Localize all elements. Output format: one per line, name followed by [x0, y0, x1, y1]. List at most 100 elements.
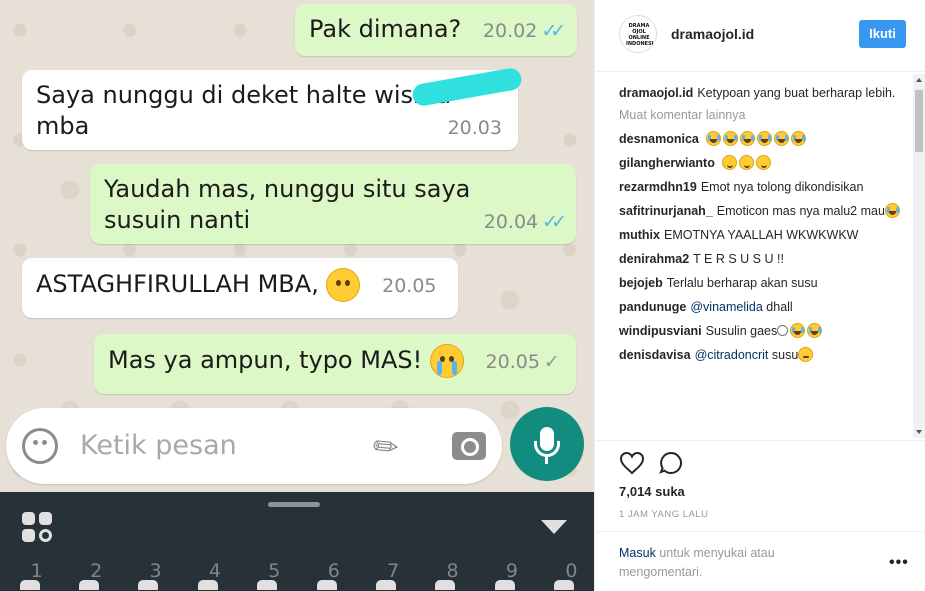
- message-input[interactable]: Ketik pesan: [80, 430, 237, 461]
- keyboard-number-row: 1 2 3 4 5 6 7 8 9 0: [0, 560, 594, 582]
- on-screen-keyboard: 1 2 3 4 5 6 7 8 9 0: [0, 492, 594, 591]
- attach-paperclip-icon[interactable]: ✎: [366, 426, 408, 469]
- hugging-face-icon: [739, 155, 755, 170]
- post-header: DRAMA OJOL ONLINE INDONESIA dramaojol.id…: [595, 0, 925, 72]
- comment-username[interactable]: gilangherwianto: [619, 156, 715, 170]
- laughing-tears-icon: [791, 131, 807, 146]
- chat-screenshot: Pak dimana? 20.02 ✓✓ Saya nunggu di deket…: [0, 0, 594, 591]
- key-number[interactable]: 1: [0, 560, 59, 582]
- scroll-down-icon[interactable]: [916, 430, 922, 434]
- chat-message-outgoing: Pak dimana? 20.02 ✓✓: [295, 4, 577, 56]
- comment-icon[interactable]: [659, 451, 683, 475]
- comment-mention-link[interactable]: @vinamelida: [690, 300, 762, 314]
- avatar-logo: DRAMA OJOL ONLINE INDONESIA: [626, 23, 657, 47]
- comment-item: gilangherwianto: [619, 154, 905, 172]
- comment-item: desnamonica: [619, 130, 905, 148]
- comment-item: safitrinurjanah_ Emoticon mas nya malu2 m…: [619, 202, 905, 220]
- comment-username[interactable]: desnamonica: [619, 132, 699, 146]
- message-text: Pak dimana?: [309, 15, 462, 43]
- crying-face-icon: [429, 344, 464, 378]
- key-number[interactable]: 7: [356, 560, 415, 582]
- comment-username[interactable]: denisdavisa: [619, 348, 691, 362]
- comment-item: windipusviani Susulin gaes: [619, 322, 905, 340]
- comment-username[interactable]: dramaojol.id: [619, 86, 693, 100]
- emoji-icon[interactable]: [22, 428, 58, 464]
- scroll-up-icon[interactable]: [916, 78, 922, 82]
- comment-item: bejojeb Terlalu berharap akan susu: [619, 274, 905, 292]
- camera-icon[interactable]: [452, 432, 486, 460]
- message-text: Yaudah mas, nunggu situ saya: [104, 175, 471, 203]
- comment-item: denisdavisa @citradoncrit susu: [619, 346, 905, 364]
- message-time: 20.03: [447, 116, 502, 139]
- key-number[interactable]: 5: [238, 560, 297, 582]
- key-number[interactable]: 6: [297, 560, 356, 582]
- login-link[interactable]: Masuk: [619, 546, 656, 560]
- comment-text: EMOTNYA YAALLAH WKWKWKW: [663, 228, 859, 242]
- hugging-face-icon: [326, 268, 361, 302]
- comment-username[interactable]: rezarmdhn19: [619, 180, 697, 194]
- comment-text: Terlalu berharap akan susu: [666, 276, 818, 290]
- comment-username[interactable]: muthix: [619, 228, 660, 242]
- login-prompt: Masuk untuk menyukai atau mengomentari. …: [595, 531, 925, 591]
- keyboard-letter-row: [0, 580, 594, 591]
- comment-mention-link[interactable]: @citradoncrit: [695, 348, 769, 362]
- avatar[interactable]: DRAMA OJOL ONLINE INDONESIA: [619, 15, 657, 53]
- keyboard-hide-icon[interactable]: [541, 520, 567, 534]
- smile-icon: [777, 325, 789, 336]
- message-text: ASTAGHFIRULLAH MBA,: [36, 270, 319, 298]
- comment-text: T E R S U S U !!: [693, 252, 784, 266]
- chat-message-outgoing: Mas ya ampun, typo MAS! 20.05 ✓: [94, 334, 576, 394]
- comments-list: dramaojol.id Ketypoan yang buat berharap …: [619, 84, 905, 439]
- laughing-tears-icon: [884, 203, 900, 218]
- message-text: Mas ya ampun, typo MAS!: [108, 346, 423, 374]
- voice-record-button[interactable]: [510, 407, 584, 481]
- follow-button[interactable]: Ikuti: [859, 20, 906, 48]
- blushing-face-icon: [798, 347, 814, 362]
- more-options-icon[interactable]: •••: [889, 554, 909, 572]
- key-number[interactable]: 0: [535, 560, 594, 582]
- comments-scrollbar[interactable]: [913, 74, 925, 438]
- keyboard-menu-icon[interactable]: [22, 512, 54, 544]
- read-receipt-icon: ✓✓: [542, 210, 567, 233]
- key-number[interactable]: 8: [416, 560, 475, 582]
- chat-message-outgoing: Yaudah mas, nunggu situ saya susuin nant…: [90, 164, 576, 244]
- post-actions: 7,014 suka 1 JAM YANG LALU Masuk untuk m…: [595, 440, 925, 591]
- comment-text: Emot nya tolong dikondisikan: [700, 180, 864, 194]
- keyboard-handle[interactable]: [268, 502, 320, 507]
- caption-text: Ketypoan yang buat berharap lebih.: [697, 86, 896, 100]
- comment-username[interactable]: safitrinurjanah_: [619, 204, 713, 218]
- message-time: 20.05: [485, 351, 540, 373]
- likes-count[interactable]: 7,014 suka: [619, 484, 685, 499]
- hugging-face-icon: [756, 155, 772, 170]
- heart-icon[interactable]: [619, 451, 645, 475]
- comment-username[interactable]: bejojeb: [619, 276, 663, 290]
- read-receipt-icon: ✓✓: [541, 20, 566, 42]
- scrollbar-thumb[interactable]: [915, 90, 923, 152]
- laughing-tears-icon: [807, 323, 823, 338]
- comment-text: Emoticon mas nya malu2 mau: [716, 204, 885, 218]
- comment-item: rezarmdhn19 Emot nya tolong dikondisikan: [619, 178, 905, 196]
- key-number[interactable]: 3: [119, 560, 178, 582]
- username-link[interactable]: dramaojol.id: [671, 26, 754, 42]
- comment-item: muthix EMOTNYA YAALLAH WKWKWKW: [619, 226, 905, 244]
- comment-username[interactable]: pandunuge: [619, 300, 686, 314]
- comment-username[interactable]: windipusviani: [619, 324, 702, 338]
- key-number[interactable]: 2: [59, 560, 118, 582]
- laughing-tears-icon: [790, 323, 806, 338]
- comment-text: dhall: [766, 300, 793, 314]
- message-input-bar[interactable]: Ketik pesan ✎: [6, 408, 502, 484]
- laughing-tears-icon: [723, 131, 739, 146]
- sent-check-icon: ✓: [543, 351, 560, 373]
- login-text: Masuk untuk menyukai atau mengomentari.: [619, 544, 839, 582]
- key-number[interactable]: 4: [178, 560, 237, 582]
- message-time: 20.04: [483, 210, 539, 233]
- load-more-comments-link[interactable]: Muat komentar lainnya: [619, 108, 905, 122]
- message-time: 20.05: [382, 275, 437, 297]
- chat-message-incoming: ASTAGHFIRULLAH MBA, 20.05: [22, 258, 458, 318]
- laughing-tears-icon: [774, 131, 790, 146]
- post-timestamp: 1 JAM YANG LALU: [619, 509, 709, 520]
- laughing-tears-icon: [757, 131, 773, 146]
- key-number[interactable]: 9: [475, 560, 534, 582]
- comment-item: pandunuge @vinamelida dhall: [619, 298, 905, 316]
- comment-username[interactable]: denirahma2: [619, 252, 689, 266]
